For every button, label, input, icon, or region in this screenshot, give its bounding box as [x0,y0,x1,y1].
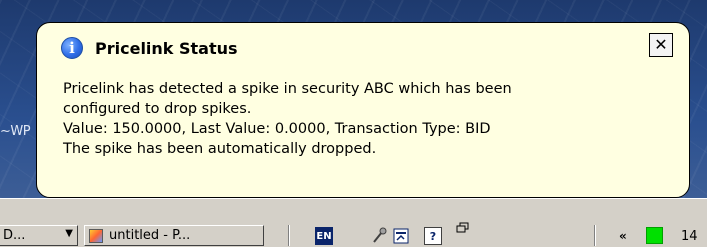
status-indicator-icon[interactable] [646,227,663,244]
balloon-header: i Pricelink Status [61,36,238,60]
close-button[interactable]: ✕ [649,33,673,57]
close-icon: ✕ [654,35,668,54]
taskbar-button-label: D... [3,228,26,243]
taskbar-clock[interactable]: 14 [681,229,698,244]
desktop-text-fragment: ~WP [0,124,31,139]
balloon-title: Pricelink Status [95,38,238,58]
chevron-down-icon: ▼ [65,228,73,239]
help-icon[interactable]: ? [424,227,442,245]
message-line: Value: 150.0000, Last Value: 0.0000, Tra… [63,121,491,137]
language-indicator[interactable]: EN [315,227,333,245]
message-line: The spike has been automatically dropped… [63,141,377,157]
tray-app-icon[interactable] [392,227,410,245]
notification-balloon: i Pricelink Status ✕ Pricelink has detec… [36,22,690,198]
balloon-message: Pricelink has detected a spike in securi… [63,79,673,159]
window-restore-icon[interactable] [454,221,472,239]
taskbar-button-window[interactable]: D... ▼ [0,225,78,246]
taskbar-separator [288,225,290,246]
taskbar-button-paint[interactable]: untitled - P... [84,225,264,246]
message-line: configured to drop spikes. [63,101,252,117]
taskbar: D... ▼ untitled - P... EN ? « 14 [0,198,707,247]
taskbar-separator [594,225,596,246]
info-icon: i [61,37,83,59]
paint-icon [89,228,103,243]
tray-collapse-button[interactable]: « [619,229,627,243]
taskbar-button-label: untitled - P... [109,228,191,243]
message-line: Pricelink has detected a spike in securi… [63,81,512,97]
microphone-icon[interactable] [370,227,388,245]
